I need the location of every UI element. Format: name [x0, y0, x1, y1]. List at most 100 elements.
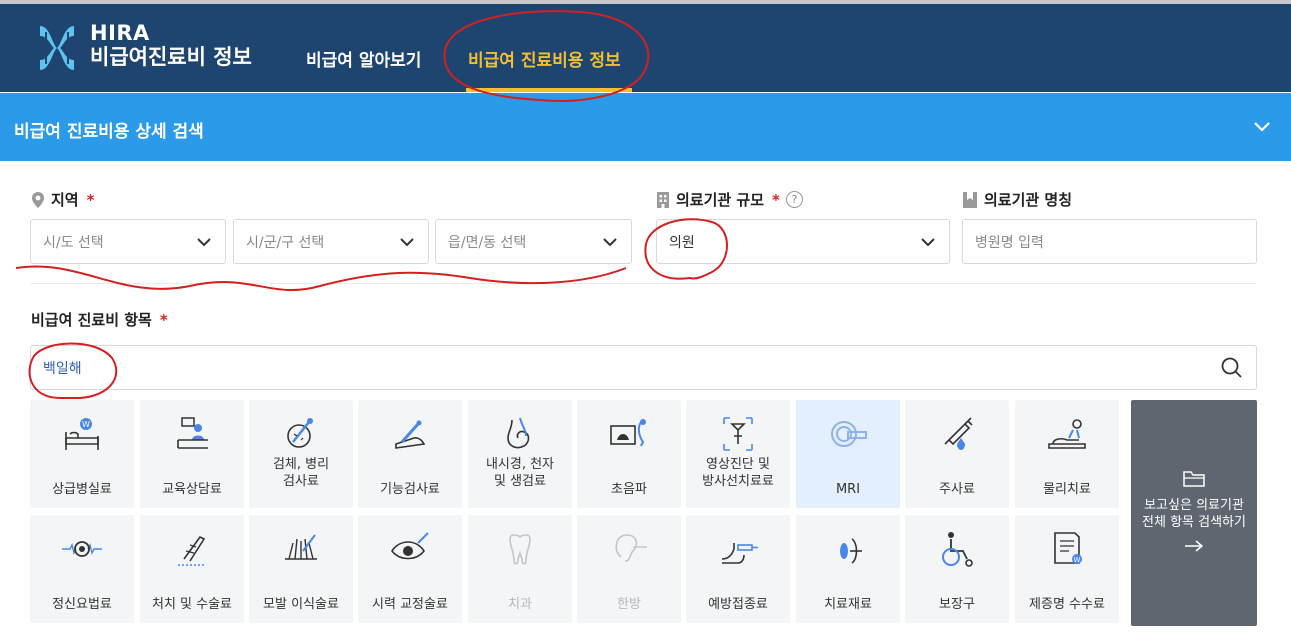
tile-certificate-fee[interactable]: W 제증명 수수료: [1015, 515, 1119, 623]
mri-icon: [831, 421, 867, 447]
search-banner[interactable]: 비급여 진료비용 상세 검색: [0, 93, 1291, 161]
tile-mri[interactable]: MRI: [796, 400, 900, 508]
tile-function-test[interactable]: 기능검사료: [358, 400, 462, 508]
divider: [30, 283, 1256, 284]
physical-therapy-icon: [1048, 419, 1086, 449]
tile-oriental-medicine[interactable]: 한방: [577, 515, 681, 623]
institution-scale-label: 의료기관 규모 * ?: [656, 189, 803, 210]
hospital-bed-icon: W: [65, 418, 99, 450]
tile-premium-room[interactable]: W 상급병실료: [30, 400, 134, 508]
tile-vaccination[interactable]: 예방접종료: [686, 515, 790, 623]
region-label: 지역 *: [31, 189, 94, 210]
tile-physical-therapy[interactable]: 물리치료: [1015, 400, 1119, 508]
tile-specimen-pathology[interactable]: 검체, 병리 검사료: [249, 400, 353, 508]
institution-name-placeholder: 병원명 입력: [975, 234, 1044, 251]
tile-label: 물리치료: [1043, 482, 1091, 497]
endoscope-icon: [507, 417, 530, 449]
syringe-icon: [944, 417, 973, 450]
eye-surgery-icon: [391, 532, 429, 560]
institution-name-input[interactable]: 병원명 입력: [962, 219, 1257, 264]
treatment-material-icon: [840, 538, 862, 564]
institution-scale-select[interactable]: 의원: [656, 219, 950, 264]
tile-assistive-device[interactable]: 보장구: [905, 515, 1009, 623]
certificate-icon: W: [1054, 532, 1082, 564]
tile-label: 기능검사료: [380, 482, 440, 497]
tile-label: 초음파: [611, 482, 647, 497]
eupmyeondong-select[interactable]: 읍/면/동 선택: [435, 219, 632, 264]
item-search-input[interactable]: 백일해: [30, 345, 1257, 390]
active-nav-underline: [466, 88, 632, 92]
tile-label: 영상진단 및 방사선치료료: [702, 457, 774, 489]
tooth-icon: [509, 534, 531, 565]
sigungu-select[interactable]: 시/군/구 선택: [233, 219, 429, 264]
institution-name-label: 의료기관 명칭: [962, 189, 1072, 210]
building-icon: [657, 191, 669, 208]
institution-scale-value: 의원: [669, 234, 695, 251]
brand-subtitle: 비급여진료비 정보: [90, 45, 252, 69]
brainwave-icon: [62, 541, 102, 557]
chevron-down-icon: [921, 238, 935, 247]
help-icon[interactable]: ?: [785, 191, 803, 208]
tile-label: 치과: [508, 597, 532, 612]
chevron-down-icon: [197, 238, 211, 247]
tile-label: 정신요법료: [52, 597, 112, 612]
tile-procedure-surgery[interactable]: 처치 및 수술료: [140, 515, 244, 623]
chevron-down-icon[interactable]: [1251, 115, 1273, 137]
banner-title: 비급여 진료비용 상세 검색: [14, 122, 204, 142]
sido-select[interactable]: 시/도 선택: [30, 219, 226, 264]
search-all-items-button[interactable]: 보고싶은 의료기관 전체 항목 검색하기: [1131, 400, 1257, 626]
tile-label: 내시경, 천자 및 생검료: [485, 457, 555, 489]
scalpel-icon: [178, 535, 206, 566]
tile-endoscopy[interactable]: 내시경, 천자 및 생검료: [468, 400, 572, 508]
top-header: HIRA 비급여진료비 정보 비급여 알아보기 비급여 진료비용 정보: [0, 0, 1291, 92]
nav-noncovered-info[interactable]: 비급여 알아보기: [306, 46, 421, 71]
tile-dental[interactable]: 치과: [468, 515, 572, 623]
counseling-desk-icon: [177, 417, 208, 449]
required-mark: *: [86, 190, 95, 209]
bookmark-building-icon: [963, 191, 977, 208]
function-test-icon: [395, 420, 426, 449]
tile-label: 주사료: [939, 482, 975, 497]
tile-label: 치료재료: [824, 597, 872, 612]
tile-treatment-material[interactable]: 치료재료: [796, 515, 900, 623]
chevron-down-icon: [400, 238, 414, 247]
search-all-items-label: 보고싶은 의료기관 전체 항목 검색하기: [1142, 498, 1246, 530]
search-icon[interactable]: [1220, 356, 1244, 380]
eupmyeondong-select-placeholder: 읍/면/동 선택: [448, 234, 527, 251]
svg-text:W: W: [82, 420, 90, 429]
chevron-down-icon: [603, 238, 617, 247]
region-label-text: 지역: [51, 191, 79, 209]
tile-label: 보장구: [939, 597, 975, 612]
ear-acupuncture-icon: [615, 534, 647, 562]
item-search-value: 백일해: [43, 360, 82, 377]
items-label: 비급여 진료비 항목 *: [31, 309, 168, 330]
tile-injection[interactable]: 주사료: [905, 400, 1009, 508]
arrow-right-icon: [1185, 540, 1204, 552]
vaccination-icon: [721, 543, 758, 564]
nav-noncovered-cost[interactable]: 비급여 진료비용 정보: [468, 46, 621, 71]
location-pin-icon: [32, 191, 44, 208]
ultrasound-icon: [610, 419, 646, 447]
folder-icon: [1183, 471, 1205, 487]
tile-label: 교육상담료: [162, 482, 222, 497]
hair-transplant-icon: [285, 534, 317, 560]
tile-psychotherapy[interactable]: 정신요법료: [30, 515, 134, 623]
brand[interactable]: HIRA 비급여진료비 정보: [90, 22, 252, 70]
brand-name: HIRA: [90, 21, 150, 45]
specimen-test-icon: [287, 418, 313, 448]
tile-hair-transplant[interactable]: 모발 이식술료: [249, 515, 353, 623]
xray-imaging-icon: [723, 417, 753, 451]
tile-vision-correction[interactable]: 시력 교정술료: [358, 515, 462, 623]
svg-text:W: W: [1074, 556, 1081, 564]
tile-counseling[interactable]: 교육상담료: [140, 400, 244, 508]
institution-name-label-text: 의료기관 명칭: [984, 191, 1073, 209]
tile-label: 시력 교정술료: [372, 597, 448, 612]
tile-label: 모발 이식술료: [263, 597, 339, 612]
hira-logo-icon[interactable]: [36, 22, 78, 74]
tile-imaging-radiation[interactable]: 영상진단 및 방사선치료료: [686, 400, 790, 508]
top-rule: [0, 0, 1291, 4]
tile-label: 제증명 수수료: [1029, 597, 1105, 612]
tile-label: 검체, 병리 검사료: [272, 457, 330, 489]
tile-ultrasound[interactable]: 초음파: [577, 400, 681, 508]
required-mark: *: [159, 310, 168, 329]
